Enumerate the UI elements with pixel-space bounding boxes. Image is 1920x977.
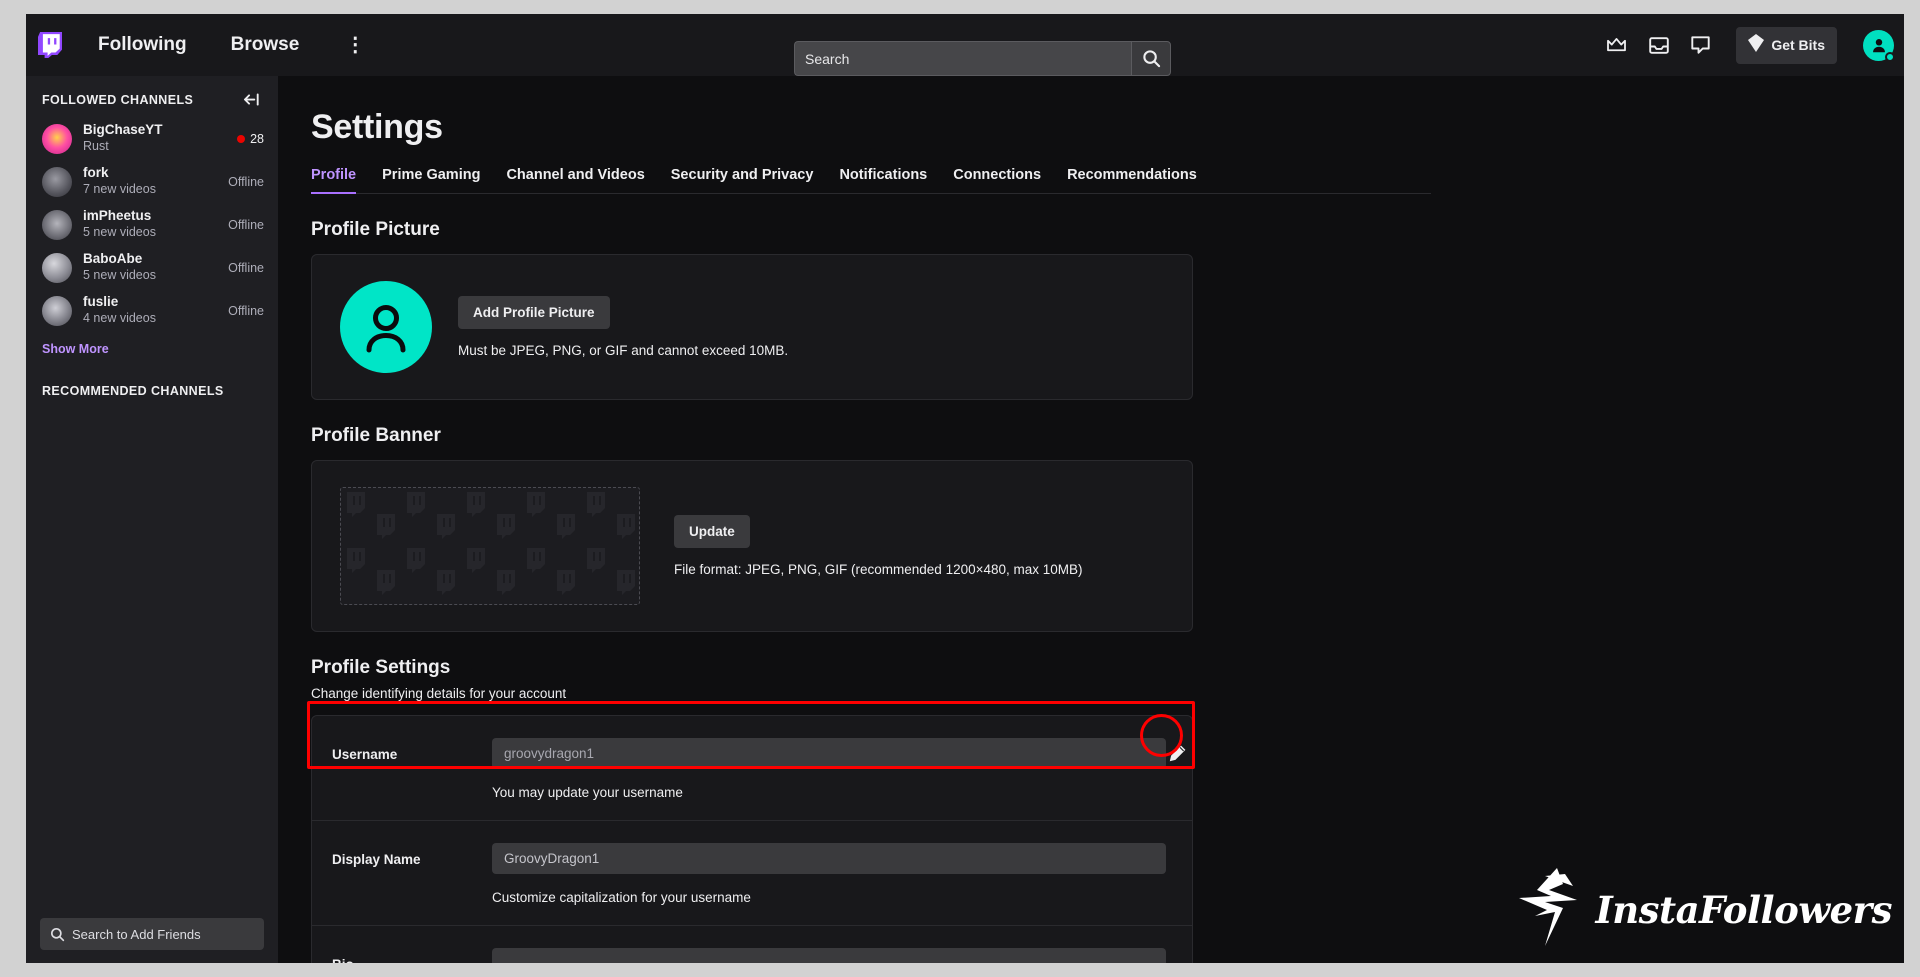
- followed-channels-header: FOLLOWED CHANNELS: [26, 76, 278, 117]
- page-frame: Following Browse ⋮ Search Get Bits FOLLO…: [0, 0, 1920, 977]
- list-item[interactable]: BaboAbe 5 new videos Offline: [26, 246, 278, 289]
- avatar-status-dot: [1885, 51, 1895, 62]
- followed-channels-title: FOLLOWED CHANNELS: [42, 92, 194, 107]
- profile-picture-helper: Must be JPEG, PNG, or GIF and cannot exc…: [458, 343, 789, 358]
- update-banner-button[interactable]: Update: [674, 515, 750, 548]
- pencil-edit-icon[interactable]: [1158, 735, 1196, 773]
- settings-tabs: Profile Prime Gaming Channel and Videos …: [311, 167, 1431, 194]
- avatar: [42, 209, 72, 240]
- top-nav-right-cluster: Get Bits: [1606, 14, 1895, 76]
- bio-label: Bio: [332, 948, 492, 963]
- main-content: Settings Profile Prime Gaming Channel an…: [278, 76, 1904, 963]
- status-badge: Offline: [228, 260, 264, 275]
- tab-connections[interactable]: Connections: [953, 167, 1041, 194]
- username-row: Username You may update your username: [312, 716, 1192, 821]
- crown-icon[interactable]: [1606, 37, 1627, 54]
- avatar: [42, 252, 72, 283]
- nav-link-browse[interactable]: Browse: [217, 28, 314, 62]
- list-item[interactable]: fuslie 4 new videos Offline: [26, 289, 278, 332]
- recommended-channels-title: RECOMMENDED CHANNELS: [42, 384, 224, 398]
- status-badge: 28: [237, 132, 264, 146]
- viewer-count: 28: [250, 131, 264, 146]
- tab-recommendations[interactable]: Recommendations: [1067, 167, 1197, 194]
- channel-name: BigChaseYT: [83, 122, 163, 138]
- left-sidebar: FOLLOWED CHANNELS BigChaseYT Rust 28 for…: [26, 76, 278, 963]
- page-title: Settings: [311, 108, 443, 146]
- profile-banner-card: Update File format: JPEG, PNG, GIF (reco…: [311, 460, 1193, 632]
- tab-channel-and-videos[interactable]: Channel and Videos: [506, 167, 644, 194]
- profile-picture-controls: Add Profile Picture Must be JPEG, PNG, o…: [458, 296, 788, 358]
- avatar: [42, 166, 72, 197]
- channel-subtitle: 7 new videos: [83, 182, 156, 197]
- bio-textarea[interactable]: [492, 948, 1166, 963]
- channel-name: fork: [83, 165, 109, 181]
- search-icon[interactable]: [1131, 41, 1171, 76]
- channel-name: BaboAbe: [83, 251, 143, 267]
- bio-row: Bio: [312, 926, 1192, 963]
- list-item[interactable]: fork 7 new videos Offline: [26, 160, 278, 203]
- show-more-button[interactable]: Show More: [26, 332, 125, 362]
- channel-subtitle: Rust: [83, 139, 109, 154]
- twitch-logo-icon[interactable]: [32, 27, 68, 63]
- person-placeholder-icon: [340, 281, 432, 373]
- bits-diamond-icon: [1748, 33, 1765, 57]
- status-badge: Offline: [228, 217, 264, 232]
- channel-name: imPheetus: [83, 208, 152, 224]
- add-profile-picture-button[interactable]: Add Profile Picture: [458, 296, 610, 329]
- nav-link-following[interactable]: Following: [84, 28, 201, 62]
- get-bits-label: Get Bits: [1771, 37, 1825, 53]
- profile-settings-subtitle: Change identifying details for your acco…: [311, 686, 567, 701]
- friends-search-bar: [26, 905, 278, 963]
- top-navigation-bar: Following Browse ⋮ Search Get Bits: [26, 14, 1904, 76]
- profile-settings-card: Username You may update your username Di…: [311, 715, 1193, 963]
- username-input[interactable]: [492, 738, 1166, 769]
- tab-notifications[interactable]: Notifications: [839, 167, 927, 194]
- avatar: [42, 295, 72, 326]
- display-name-input[interactable]: [492, 843, 1166, 874]
- tab-security-and-privacy[interactable]: Security and Privacy: [671, 167, 814, 194]
- profile-banner-controls: Update File format: JPEG, PNG, GIF (reco…: [674, 515, 1083, 577]
- status-badge: Offline: [228, 174, 264, 189]
- channel-subtitle: 4 new videos: [83, 311, 156, 326]
- chat-bubble-icon[interactable]: [1691, 35, 1710, 55]
- followed-channel-list: BigChaseYT Rust 28 fork 7 new videos Off…: [26, 117, 278, 332]
- list-item[interactable]: BigChaseYT Rust 28: [26, 117, 278, 160]
- get-bits-button[interactable]: Get Bits: [1736, 26, 1837, 64]
- profile-banner-helper: File format: JPEG, PNG, GIF (recommended…: [674, 562, 1083, 577]
- search-input[interactable]: [794, 41, 1131, 76]
- friends-search-input[interactable]: [40, 918, 264, 950]
- live-dot-icon: [237, 134, 246, 143]
- user-avatar[interactable]: [1863, 29, 1895, 62]
- tab-prime-gaming[interactable]: Prime Gaming: [382, 167, 480, 194]
- profile-picture-section-title: Profile Picture: [311, 219, 440, 240]
- username-hint: You may update your username: [492, 785, 683, 800]
- avatar: [42, 123, 72, 154]
- tab-profile[interactable]: Profile: [311, 167, 357, 194]
- twitch-app-window: Following Browse ⋮ Search Get Bits FOLLO…: [26, 14, 1904, 963]
- profile-picture-card: Add Profile Picture Must be JPEG, PNG, o…: [311, 254, 1193, 400]
- collapse-sidebar-icon[interactable]: [243, 92, 260, 107]
- status-badge: Offline: [228, 303, 264, 318]
- display-name-hint: Customize capitalization for your userna…: [492, 890, 751, 905]
- twitch-glitch-pattern: [340, 487, 640, 605]
- display-name-label: Display Name: [332, 852, 421, 867]
- nav-more-menu-icon[interactable]: ⋮: [335, 35, 375, 55]
- channel-subtitle: 5 new videos: [83, 225, 156, 240]
- profile-settings-section-title: Profile Settings: [311, 657, 451, 678]
- list-item[interactable]: imPheetus 5 new videos Offline: [26, 203, 278, 246]
- profile-banner-section-title: Profile Banner: [311, 425, 441, 446]
- channel-subtitle: 5 new videos: [83, 268, 156, 283]
- display-name-row: Display Name Customize capitalization fo…: [312, 821, 1192, 926]
- inbox-icon[interactable]: [1649, 36, 1670, 54]
- username-label: Username: [332, 747, 398, 762]
- global-search: [794, 41, 1171, 76]
- channel-name: fuslie: [83, 294, 119, 310]
